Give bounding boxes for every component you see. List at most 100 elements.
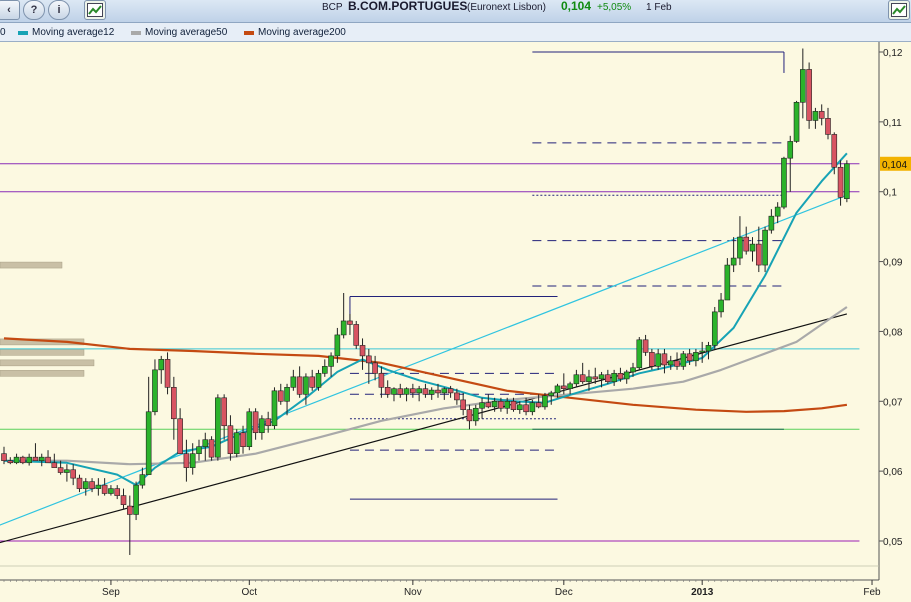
candle-down bbox=[353, 324, 360, 346]
candle-down bbox=[164, 359, 171, 388]
candle-down bbox=[384, 387, 391, 395]
candle-up bbox=[762, 229, 768, 266]
x-tick-label: Nov bbox=[404, 587, 422, 598]
candle-up bbox=[315, 373, 322, 388]
candle-up bbox=[95, 484, 102, 489]
candle-up bbox=[730, 257, 737, 266]
volume-profile-bar bbox=[0, 261, 63, 269]
candle-down bbox=[460, 399, 466, 410]
candle-up bbox=[844, 163, 850, 200]
candle-up bbox=[630, 367, 636, 373]
candle-up bbox=[416, 388, 422, 394]
volume-profile-bar bbox=[0, 359, 95, 367]
help-icon[interactable]: ? bbox=[23, 0, 45, 20]
chart-icon[interactable] bbox=[84, 0, 106, 20]
legend-ma50[interactable]: Moving average50 bbox=[145, 27, 227, 39]
y-tick-label: 0,1 bbox=[883, 188, 897, 199]
candle-up bbox=[680, 353, 687, 367]
candle-down bbox=[510, 400, 517, 410]
candle-up bbox=[152, 369, 158, 413]
candle-up bbox=[504, 400, 511, 409]
candle-up bbox=[202, 439, 209, 447]
exchange-name: (Euronext Lisbon) bbox=[467, 2, 546, 13]
legend-ma12[interactable]: Moving average12 bbox=[32, 27, 114, 39]
candle-up bbox=[724, 264, 731, 301]
candle-up bbox=[793, 101, 800, 142]
candle-down bbox=[579, 374, 586, 383]
candle-down bbox=[372, 362, 378, 374]
price-change: +5,05% bbox=[597, 2, 632, 13]
legend-ma200[interactable]: Moving average200 bbox=[258, 27, 346, 39]
candle-down bbox=[454, 392, 460, 401]
candle-up bbox=[636, 339, 643, 369]
candle-down bbox=[535, 402, 542, 408]
candle-up bbox=[403, 388, 410, 395]
candle-up bbox=[711, 311, 718, 346]
candle-up bbox=[259, 418, 265, 434]
back-icon[interactable]: ‹ bbox=[0, 0, 20, 20]
candle-up bbox=[774, 206, 781, 217]
candle-down bbox=[240, 432, 246, 447]
candle-up bbox=[667, 360, 674, 366]
candle-up bbox=[516, 404, 523, 410]
candle-up bbox=[133, 484, 139, 515]
y-tick-label: 0,11 bbox=[883, 118, 902, 129]
candle-down bbox=[592, 376, 599, 380]
candle-up bbox=[196, 446, 202, 454]
candle-up bbox=[529, 402, 536, 413]
candle-down bbox=[825, 118, 831, 135]
candle-up bbox=[189, 453, 196, 468]
candle-down bbox=[252, 411, 259, 434]
legend-swatch-ma50 bbox=[131, 31, 141, 35]
y-tick-label: 0,05 bbox=[883, 537, 903, 548]
candle-up bbox=[284, 387, 290, 402]
candle-up bbox=[718, 299, 724, 313]
info-icon[interactable]: i bbox=[48, 0, 70, 20]
candle-down bbox=[605, 374, 611, 383]
candle-down bbox=[649, 352, 655, 367]
candle-up bbox=[340, 320, 347, 336]
candle-down bbox=[183, 453, 190, 468]
candle-down bbox=[277, 390, 284, 402]
x-tick-label: 2013 bbox=[691, 587, 714, 598]
candle-down bbox=[686, 353, 693, 362]
candle-down bbox=[661, 353, 668, 366]
candle-up bbox=[215, 397, 221, 458]
candle-up bbox=[479, 402, 485, 409]
candle-down bbox=[397, 388, 404, 395]
candle-up bbox=[787, 141, 794, 159]
candle-down bbox=[45, 456, 51, 464]
x-tick-label: Dec bbox=[555, 587, 573, 598]
candle-up bbox=[554, 385, 561, 394]
candle-down bbox=[70, 469, 76, 479]
candle-up bbox=[812, 111, 819, 121]
candle-up bbox=[13, 456, 20, 464]
candle-down bbox=[101, 484, 108, 494]
legend-cut-label: 0 bbox=[0, 27, 6, 38]
last-price-label: 0,104 bbox=[882, 160, 907, 171]
candle-up bbox=[693, 352, 699, 362]
title-bar: ‹ ? i BCP B.COM.PORTUGUES (Euronext Lisb… bbox=[0, 0, 911, 23]
candle-up bbox=[38, 456, 45, 461]
candle-up bbox=[233, 432, 240, 454]
candle-down bbox=[120, 495, 127, 505]
expand-chart-icon[interactable] bbox=[888, 0, 910, 20]
y-tick-label: 0,12 bbox=[883, 48, 903, 59]
candle-down bbox=[422, 388, 429, 395]
price-chart[interactable]: 0,05 0,06 0,07 0,08 0,09 0,1 0,11 0,12 0,104 Sep O… bbox=[0, 42, 911, 602]
candle-up bbox=[542, 395, 548, 408]
candle-down bbox=[410, 388, 416, 394]
candle-down bbox=[20, 456, 26, 464]
candle-up bbox=[82, 481, 89, 489]
candle-up bbox=[548, 392, 555, 396]
candle-down bbox=[32, 456, 39, 461]
candle-down bbox=[743, 236, 750, 252]
candle-down bbox=[447, 388, 454, 394]
x-tick-label: Feb bbox=[863, 587, 881, 598]
candle-up bbox=[737, 236, 743, 259]
candle-up bbox=[699, 350, 705, 353]
candle-up bbox=[441, 388, 448, 394]
candle-up bbox=[705, 345, 712, 352]
candle-up bbox=[768, 215, 775, 231]
candle-down bbox=[642, 339, 649, 353]
